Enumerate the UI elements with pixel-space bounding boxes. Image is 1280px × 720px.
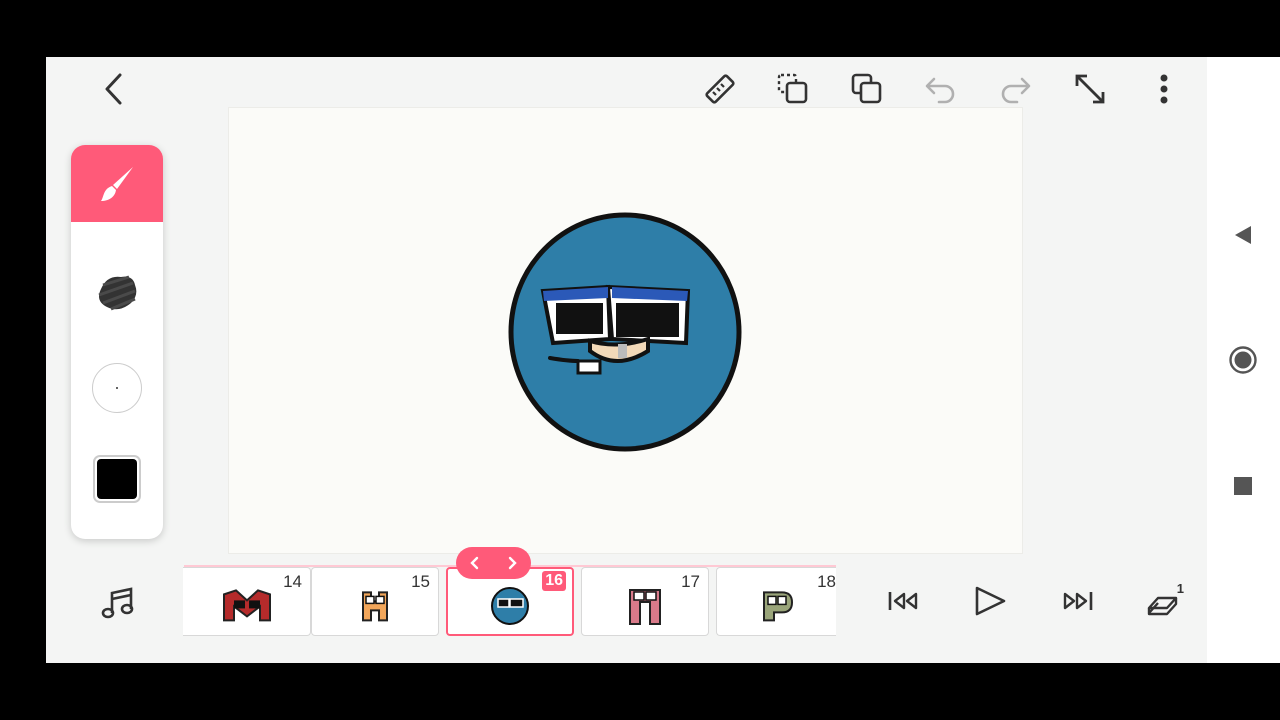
nav-recents-icon	[1234, 477, 1252, 495]
frame-thumbnail[interactable]: 15	[311, 567, 439, 636]
more-options-icon	[1160, 74, 1168, 104]
undo-icon	[925, 77, 955, 104]
redo-button[interactable]	[995, 71, 1035, 107]
back-button[interactable]	[96, 71, 132, 107]
brush-icon	[101, 167, 133, 201]
skip-end-icon	[1063, 592, 1093, 610]
eraser-tool-button[interactable]	[91, 265, 143, 317]
app-window: 14 15 16 17 18 1	[46, 57, 1207, 663]
play-button[interactable]	[968, 581, 1012, 621]
brush-tool-button[interactable]	[71, 145, 163, 222]
ruler-button[interactable]	[700, 71, 740, 107]
duplicate-button[interactable]	[847, 71, 887, 107]
paste-frame-button[interactable]	[773, 71, 813, 107]
nav-back-icon	[1235, 226, 1251, 244]
skip-start-icon	[888, 592, 918, 610]
tool-panel	[71, 145, 163, 539]
ruler-icon	[705, 74, 735, 104]
frame-number: 14	[283, 572, 302, 591]
nav-home-button[interactable]	[1225, 342, 1261, 378]
frames-count-badge: 1	[1176, 581, 1184, 596]
drawing-canvas[interactable]	[228, 107, 1023, 554]
duplicate-icon	[851, 73, 882, 104]
frame-thumbnail[interactable]: 17	[581, 567, 709, 636]
current-color-swatch	[97, 459, 137, 499]
frame-nav-pill[interactable]	[456, 547, 531, 579]
expand-icon	[1075, 74, 1105, 104]
frame-thumb-image	[629, 588, 661, 625]
nav-recents-button[interactable]	[1225, 468, 1261, 504]
frame-thumbnail[interactable]: 18	[716, 567, 836, 636]
frame-number: 17	[681, 572, 700, 591]
back-icon	[105, 73, 122, 105]
music-button[interactable]	[96, 581, 140, 625]
character-drawing	[508, 212, 742, 452]
nav-back-button[interactable]	[1225, 217, 1261, 253]
expand-button[interactable]	[1070, 71, 1110, 107]
skip-to-end-button[interactable]	[1055, 581, 1099, 621]
paste-frame-icon	[777, 73, 808, 104]
frame-number: 16	[542, 571, 566, 591]
music-icon	[101, 587, 134, 619]
frame-thumb-image	[762, 590, 793, 621]
brush-size-button[interactable]	[92, 363, 142, 413]
brush-size-dot	[116, 387, 118, 389]
undo-button[interactable]	[921, 71, 961, 107]
play-icon	[975, 586, 1006, 616]
nav-home-icon	[1229, 346, 1257, 374]
system-nav-bar	[1207, 57, 1280, 663]
more-options-button[interactable]	[1144, 71, 1184, 107]
redo-icon	[1001, 77, 1031, 104]
frame-thumb-image	[222, 588, 271, 621]
frame-thumb-image	[362, 590, 388, 621]
frames-manager-button[interactable]: 1	[1142, 581, 1186, 621]
skip-to-start-button[interactable]	[882, 581, 926, 621]
next-frame-icon[interactable]	[505, 556, 519, 570]
color-swatch-button[interactable]	[93, 455, 141, 503]
frame-thumbnail[interactable]: 14	[183, 567, 311, 636]
frame-number: 15	[411, 572, 430, 591]
frame-number: 18	[817, 572, 836, 591]
prev-frame-icon[interactable]	[468, 556, 482, 570]
frame-thumb-image	[491, 586, 529, 625]
texture-brush-icon	[98, 275, 137, 311]
